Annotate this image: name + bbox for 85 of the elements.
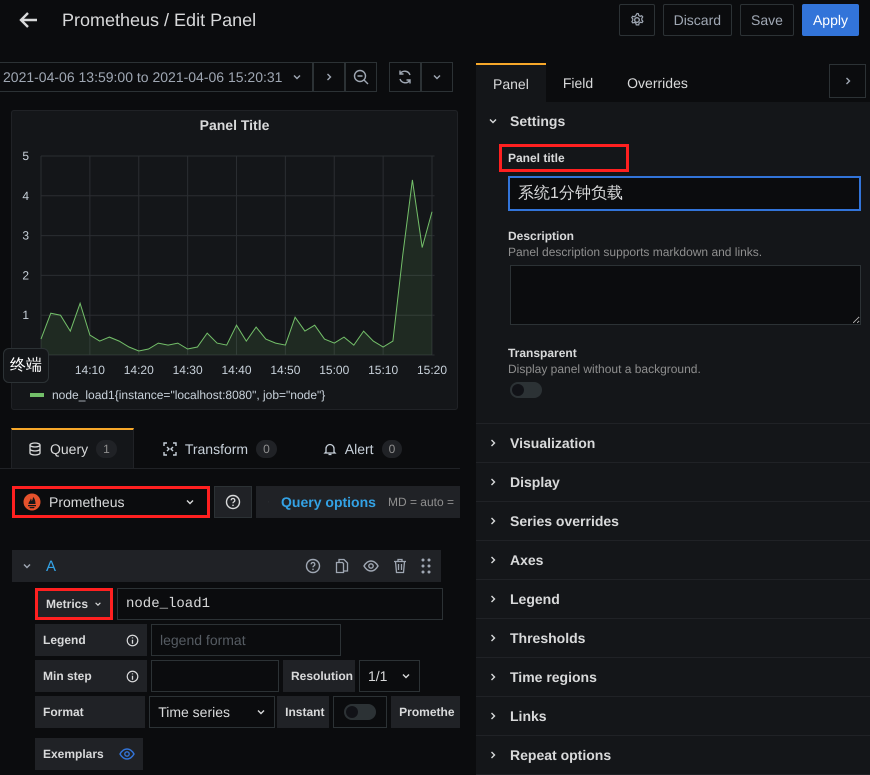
section-header[interactable]: Repeat options	[510, 747, 612, 763]
info-icon	[126, 634, 139, 646]
drag-handle-icon[interactable]	[421, 558, 431, 574]
panel-title: Panel Title	[200, 117, 270, 133]
zoom-out-icon	[353, 69, 370, 85]
section-header[interactable]: Visualization	[510, 435, 596, 451]
field-label: Description	[508, 229, 576, 243]
format-select[interactable]: Time series	[149, 696, 276, 728]
transparent-toggle[interactable]	[510, 382, 542, 398]
section-header[interactable]: Axes	[510, 552, 544, 568]
axis-label: 14:20	[124, 363, 154, 377]
legend-label[interactable]: node_load1{instance="localhost:8080", job="node"}	[52, 388, 326, 402]
help-icon	[225, 494, 241, 510]
axis-label: 5	[22, 149, 29, 163]
field-label: Format	[35, 696, 146, 728]
query-tab[interactable]: Query 1	[11, 428, 134, 468]
eye-icon[interactable]	[363, 560, 379, 572]
info-icon	[126, 670, 139, 682]
section-header[interactable]: Display	[510, 474, 560, 490]
field-label: Promethe	[391, 696, 460, 728]
options-tab[interactable]: Panel	[476, 63, 546, 102]
page-title: Prometheus / Edit Panel	[62, 10, 258, 30]
section-header[interactable]: Links	[510, 708, 547, 724]
field-label: Min step	[35, 660, 147, 692]
tooltip: 终端	[3, 348, 49, 383]
axis-label: 15:00	[319, 363, 350, 377]
field-label: Transparent	[508, 346, 578, 360]
field-label: Legend	[35, 624, 147, 656]
field-label: Panel title	[499, 144, 629, 172]
panel-title-input[interactable]: 系统1分钟负载	[508, 176, 861, 211]
field-label: Resolution	[283, 660, 355, 692]
flame-logo-icon	[23, 493, 41, 511]
section-header[interactable]: Series overrides	[510, 513, 619, 529]
field-hint: Panel description supports markdown and links.	[508, 245, 764, 259]
axis-label: 1	[22, 308, 29, 322]
query-tab[interactable]: Transform 0	[146, 428, 294, 468]
database-icon	[28, 442, 42, 456]
copy-icon[interactable]	[335, 558, 349, 574]
toolbar-button[interactable]: Discard	[662, 4, 732, 36]
axis-label: 14:40	[221, 363, 252, 377]
apply-button[interactable]: Apply	[802, 4, 859, 36]
legend-swatch	[30, 393, 44, 397]
axis-label: 15:10	[368, 363, 398, 377]
help-button[interactable]	[214, 486, 252, 518]
axis-label: 2	[22, 268, 29, 282]
axis-label: 14:50	[270, 363, 300, 377]
field-label: Instant	[277, 696, 330, 728]
toolbar-button[interactable]: Save	[740, 4, 794, 36]
count-badge: 1	[96, 440, 117, 458]
eye-icon	[119, 748, 135, 760]
exemplars-toggle[interactable]: Exemplars	[35, 738, 143, 770]
count-badge: 0	[382, 440, 402, 458]
axis-label: 14:30	[172, 363, 203, 377]
axis-label: 14:10	[74, 363, 105, 377]
instant-toggle[interactable]	[344, 704, 376, 720]
zoom-out-button[interactable]	[345, 62, 378, 92]
settings-button[interactable]	[618, 4, 655, 36]
transform-icon	[162, 442, 177, 456]
section-header[interactable]: Settings	[510, 113, 566, 129]
axis-label: 15:20	[416, 363, 448, 377]
resolution-select[interactable]: 1/1	[359, 660, 420, 692]
gear-icon	[628, 12, 645, 28]
section-header[interactable]: Thresholds	[510, 630, 586, 646]
metrics-dropdown[interactable]: Metrics	[35, 588, 113, 620]
field-hint: Display panel without a background.	[508, 362, 702, 376]
options-tab[interactable]: Field	[546, 63, 610, 102]
section-header[interactable]: Time regions	[510, 669, 597, 685]
trash-icon[interactable]	[393, 558, 407, 574]
query-tab[interactable]: Alert 0	[306, 428, 420, 468]
legend-input[interactable]: legend format	[151, 624, 341, 656]
query-ref[interactable]: A	[46, 558, 291, 574]
count-badge: 0	[256, 440, 277, 458]
refresh-button[interactable]	[389, 62, 422, 92]
query-input[interactable]: node_load1	[117, 588, 443, 620]
time-range-picker[interactable]: 2021-04-06 13:59:00 to 2021-04-06 15:20:31	[0, 62, 314, 92]
query-options-bar[interactable]: Query options MD = auto =	[256, 486, 460, 518]
axis-label: 4	[22, 188, 29, 203]
min-step-input[interactable]	[151, 660, 279, 692]
refresh-icon	[397, 69, 414, 85]
bell-icon	[322, 442, 337, 456]
help-icon[interactable]	[305, 558, 321, 574]
axis-label: 3	[22, 228, 29, 243]
datasource-picker[interactable]: Prometheus	[12, 486, 210, 518]
options-tab[interactable]: Overrides	[610, 63, 705, 102]
section-header[interactable]: Legend	[510, 591, 560, 607]
